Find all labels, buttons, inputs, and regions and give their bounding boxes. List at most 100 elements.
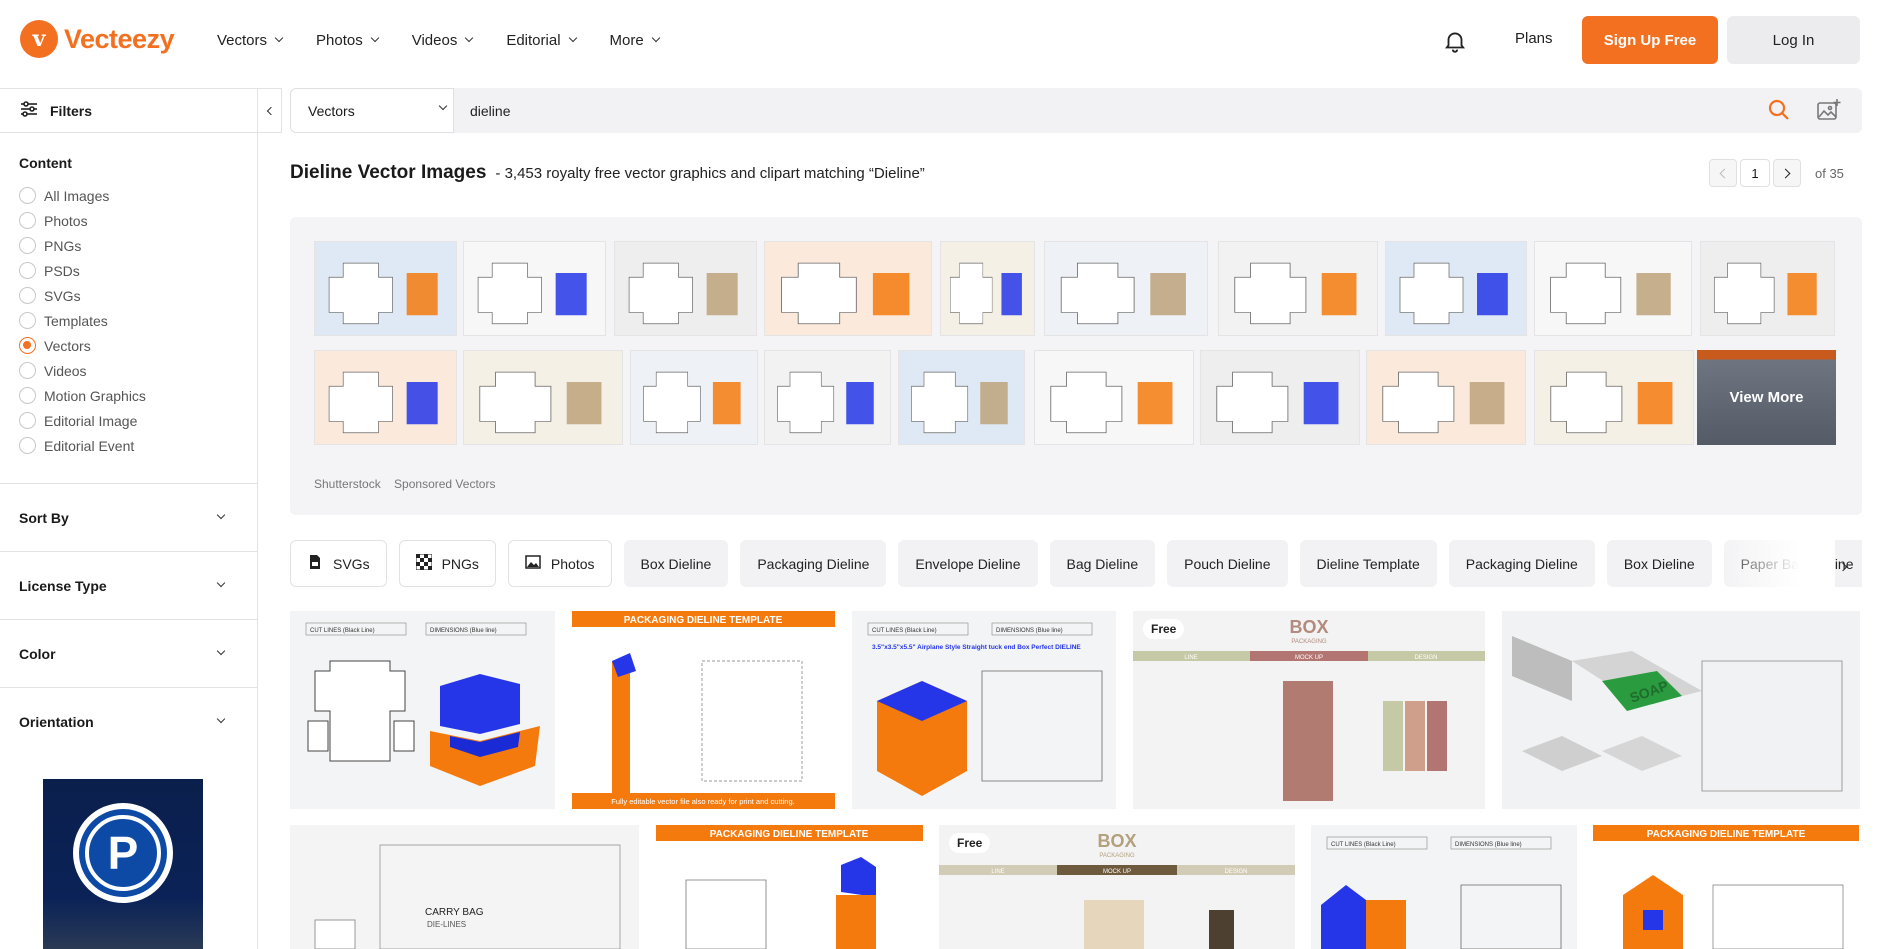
- logo-mark-icon: v: [20, 20, 58, 58]
- sponsored-tile[interactable]: [764, 350, 891, 445]
- radio-button[interactable]: [19, 287, 36, 304]
- svg-text:DESIGN: DESIGN: [1224, 869, 1247, 875]
- tag-chip[interactable]: Box Dieline: [623, 540, 729, 587]
- result-item[interactable]: CUT LINES (Black Line) DIMENSIONS (Blue …: [1311, 825, 1577, 949]
- search-category-select[interactable]: Vectors: [290, 88, 454, 133]
- next-page-button[interactable]: [1773, 159, 1801, 187]
- sponsored-tile[interactable]: [898, 350, 1025, 445]
- search-input[interactable]: [470, 88, 1570, 133]
- radio-button[interactable]: [19, 237, 36, 254]
- sponsored-tile[interactable]: [1700, 241, 1835, 336]
- tag-chip[interactable]: Bag Dieline: [1049, 540, 1156, 587]
- sponsored-tile[interactable]: [1366, 350, 1526, 445]
- tag-chip[interactable]: Pouch Dieline: [1167, 540, 1288, 587]
- content-option[interactable]: Videos: [0, 358, 257, 383]
- radio-button[interactable]: [19, 312, 36, 329]
- sponsored-tile[interactable]: [614, 241, 757, 336]
- radio-button[interactable]: [19, 412, 36, 429]
- sponsored-tile[interactable]: [1200, 350, 1360, 445]
- sponsored-tile[interactable]: [463, 241, 606, 336]
- filters-header[interactable]: Filters: [0, 88, 257, 133]
- sponsored-tile[interactable]: [1534, 350, 1694, 445]
- nav-videos[interactable]: Videos: [412, 32, 474, 49]
- sponsored-tile[interactable]: [940, 241, 1035, 336]
- content-option-label: Photos: [44, 212, 88, 229]
- sponsored-thumbnail: [1219, 242, 1377, 335]
- sponsored-tile[interactable]: [1385, 241, 1527, 336]
- accordion-color[interactable]: Color: [0, 619, 257, 687]
- nav-vectors[interactable]: Vectors: [217, 32, 284, 49]
- chevron-down-icon: [274, 33, 284, 43]
- result-item[interactable]: PACKAGING DIELINE TEMPLATE: [656, 825, 923, 949]
- sponsored-tile[interactable]: [314, 241, 457, 336]
- result-item[interactable]: PACKAGING DIELINE TEMPLATE Fully editabl…: [572, 611, 835, 809]
- content-option[interactable]: PSDs: [0, 258, 257, 283]
- content-option[interactable]: Templates: [0, 308, 257, 333]
- tag-chip[interactable]: Box Dieline: [1606, 540, 1712, 587]
- radio-button[interactable]: [19, 362, 36, 379]
- sponsored-tile[interactable]: [1034, 350, 1194, 445]
- sidebar-advertisement[interactable]: P: [43, 779, 203, 949]
- accordion-license-type[interactable]: License Type: [0, 551, 257, 619]
- nav-editorial[interactable]: Editorial: [506, 32, 577, 49]
- nav-photos[interactable]: Photos: [316, 32, 379, 49]
- result-item[interactable]: CARRY BAG DIE-LINES: [290, 825, 639, 949]
- previous-page-button[interactable]: [1709, 159, 1737, 187]
- sponsored-tile[interactable]: [1534, 241, 1692, 336]
- view-more-button[interactable]: View More: [1697, 350, 1836, 445]
- content-option[interactable]: PNGs: [0, 233, 257, 258]
- tag-chip[interactable]: Dieline Template: [1299, 540, 1437, 587]
- content-option[interactable]: Editorial Event: [0, 433, 257, 458]
- sign-up-button[interactable]: Sign Up Free: [1582, 16, 1718, 64]
- sponsored-tile[interactable]: [314, 350, 457, 445]
- accordion-orientation[interactable]: Orientation: [0, 687, 257, 755]
- radio-button[interactable]: [19, 212, 36, 229]
- log-in-button[interactable]: Log In: [1727, 16, 1860, 64]
- vecteezy-logo[interactable]: v Vecteezy: [20, 20, 175, 58]
- result-thumbnail: PACKAGING DIELINE TEMPLATE: [656, 825, 923, 949]
- sponsored-tile[interactable]: [1218, 241, 1378, 336]
- image-search-icon[interactable]: [1816, 97, 1842, 128]
- sponsored-thumbnail: [1386, 242, 1526, 335]
- type-chip[interactable]: Photos: [507, 540, 612, 587]
- nav-more[interactable]: More: [610, 32, 660, 49]
- collapse-sidebar-button[interactable]: [258, 88, 282, 133]
- result-item[interactable]: BOX PACKAGING LINE MOCK UP DESIGN Free: [939, 825, 1295, 949]
- result-item[interactable]: SOAP: [1502, 611, 1860, 809]
- search-icon[interactable]: [1767, 98, 1791, 127]
- result-item[interactable]: PACKAGING DIELINE TEMPLATE: [1593, 825, 1859, 949]
- content-option[interactable]: Photos: [0, 208, 257, 233]
- radio-button[interactable]: [19, 187, 36, 204]
- tag-chip[interactable]: Packaging Dieline: [1448, 540, 1595, 587]
- content-option[interactable]: Editorial Image: [0, 408, 257, 433]
- chip-label: Packaging Dieline: [757, 555, 870, 572]
- content-option[interactable]: SVGs: [0, 283, 257, 308]
- svg-text:DIMENSIONS (Blue line): DIMENSIONS (Blue line): [430, 628, 497, 634]
- radio-selected[interactable]: [19, 337, 36, 354]
- radio-button[interactable]: [19, 387, 36, 404]
- content-option-label: Vectors: [44, 337, 91, 354]
- type-chip[interactable]: PNGs: [398, 540, 496, 587]
- chevron-down-icon: [370, 33, 379, 43]
- sponsored-tile[interactable]: [1044, 241, 1208, 336]
- tag-chip[interactable]: Envelope Dieline: [898, 540, 1038, 587]
- content-option[interactable]: Motion Graphics: [0, 383, 257, 408]
- sponsored-tile[interactable]: [764, 241, 932, 336]
- type-chip[interactable]: SVGs: [290, 540, 387, 587]
- radio-button[interactable]: [19, 437, 36, 454]
- radio-button[interactable]: [19, 262, 36, 279]
- chips-next-button[interactable]: [1838, 557, 1850, 572]
- sponsored-tile[interactable]: [463, 350, 623, 445]
- bell-icon[interactable]: [1442, 28, 1468, 54]
- plans-link[interactable]: Plans: [1515, 30, 1553, 47]
- result-item[interactable]: BOX PACKAGING LINE MOCK UP DESIGN Free: [1133, 611, 1485, 809]
- content-option[interactable]: Vectors: [0, 333, 257, 358]
- tag-chip[interactable]: Packaging Dieline: [740, 540, 887, 587]
- sponsor-provider[interactable]: Shutterstock: [314, 477, 381, 491]
- accordion-sort-by[interactable]: Sort By: [0, 483, 257, 551]
- result-item[interactable]: CUT LINES (Black Line) DIMENSIONS (Blue …: [290, 611, 555, 809]
- content-option[interactable]: All Images: [0, 183, 257, 208]
- page-number-input[interactable]: 1: [1740, 159, 1770, 187]
- result-item[interactable]: CUT LINES (Black Line) DIMENSIONS (Blue …: [852, 611, 1116, 809]
- sponsored-tile[interactable]: [630, 350, 758, 445]
